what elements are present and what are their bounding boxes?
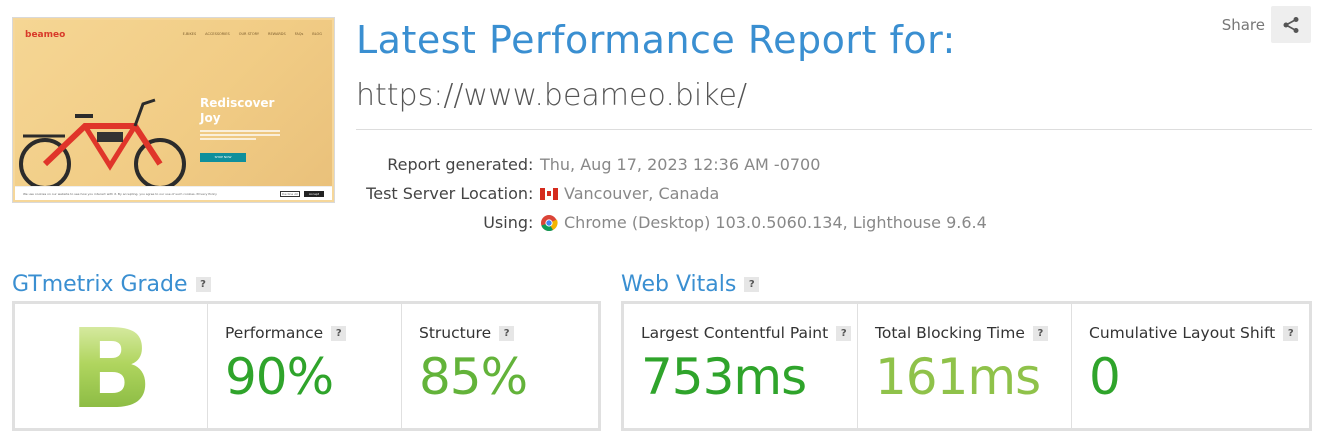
help-icon[interactable]: ? [1283,325,1299,341]
thumb-nav-item: BLOG [312,32,322,36]
meta-row-server-location: Test Server Location : Vancouver, Canada [356,179,1056,208]
structure-cell: Structure ? 85% [402,304,598,428]
grade-cell: B [15,304,207,428]
gtmetrix-grade-panel: B Performance ? 90% Structure ? 85% [12,301,601,431]
meta-row-using: Using : Chrome (Desktop) 103.0.5060.134,… [356,208,1056,237]
thumb-cookie-bar: We use cookies on our website to see how… [15,186,332,200]
thumb-nav-item: FAQs [294,32,304,36]
tbt-label: Total Blocking Time [875,324,1025,342]
help-icon[interactable]: ? [195,277,211,292]
performance-label: Performance [225,324,324,342]
lcp-label-row: Largest Contentful Paint ? [641,324,852,342]
structure-value: 85% [419,348,528,406]
chrome-icon [541,214,558,231]
cls-label-row: Cumulative Layout Shift ? [1089,324,1299,342]
meta-colon: : [528,213,534,232]
browser-info: Chrome (Desktop) 103.0.5060.134, Lightho… [564,213,987,232]
thumb-nav-item: REWARDS [268,32,286,36]
performance-label-row: Performance ? [225,324,347,342]
thumb-nav: E-BIKES ACCESSORIES OUR STORY REWARDS FA… [183,32,322,36]
help-icon[interactable]: ? [1032,325,1048,341]
thumb-nav-item: ACCESSORIES [205,32,230,36]
gtmetrix-grade-cells: B Performance ? 90% Structure ? 85% [15,304,598,428]
share-icon [1283,16,1299,33]
meta-label: Using [483,213,528,232]
help-icon[interactable]: ? [331,325,347,341]
gtmetrix-grade-heading: GTmetrix Grade ? [12,272,211,297]
meta-value: Chrome (Desktop) 103.0.5060.134, Lightho… [540,213,987,232]
report-title: Latest Performance Report for: [356,18,956,62]
report-date: Thu, Aug 17, 2023 12:36 AM -0700 [540,155,821,174]
share-control: Share [1222,6,1311,43]
performance-value: 90% [225,348,334,406]
tbt-label-row: Total Blocking Time ? [875,324,1048,342]
thumb-logo: beameo [25,30,66,40]
cls-label: Cumulative Layout Shift [1089,324,1276,342]
report-url[interactable]: https://www.beameo.bike/ [356,78,747,113]
meta-colon: : [528,184,534,203]
server-location: Vancouver, Canada [564,184,720,203]
meta-label: Test Server Location [366,184,528,203]
web-vitals-heading: Web Vitals ? [621,272,760,297]
thumb-shop-button: SHOP NOW [200,153,246,162]
web-vitals-cells: Largest Contentful Paint ? 753ms Total B… [624,304,1309,428]
structure-label: Structure [419,324,492,342]
web-vitals-title: Web Vitals [621,272,737,297]
thumb-cookie-decline: Decline All [280,191,300,197]
report-meta: Report generated : Thu, Aug 17, 2023 12:… [356,150,1056,237]
thumb-hero-line: Rediscover [200,96,275,110]
performance-cell: Performance ? 90% [208,304,401,428]
thumb-cookie-accept: Accept [304,191,324,197]
thumb-nav-item: E-BIKES [182,32,197,36]
meta-label: Report generated [387,155,528,174]
lcp-cell: Largest Contentful Paint ? 753ms [624,304,857,428]
meta-value: Thu, Aug 17, 2023 12:36 AM -0700 [540,155,820,174]
site-screenshot-thumbnail[interactable]: beameo E-BIKES ACCESSORIES OUR STORY REW… [12,17,335,203]
lcp-label: Largest Contentful Paint [641,324,829,342]
cls-cell: Cumulative Layout Shift ? 0 [1072,304,1309,428]
web-vitals-panel: Largest Contentful Paint ? 753ms Total B… [621,301,1312,431]
help-icon[interactable]: ? [744,277,760,292]
thumb-nav-item: OUR STORY [238,32,260,36]
thumb-copy [200,130,280,142]
tbt-cell: Total Blocking Time ? 161ms [858,304,1071,428]
share-button[interactable] [1271,6,1311,43]
screenshot-content: beameo E-BIKES ACCESSORIES OUR STORY REW… [15,20,332,200]
lcp-value: 753ms [641,348,807,406]
gtmetrix-grade-title: GTmetrix Grade [12,272,188,297]
tbt-value: 161ms [875,348,1041,406]
header-divider [356,129,1312,130]
grade-letter: B [69,305,153,433]
canada-flag-icon [540,187,558,200]
structure-label-row: Structure ? [419,324,515,342]
bike-image [19,98,186,190]
thumb-cookie-text: We use cookies on our website to see how… [23,192,217,196]
share-label: Share [1221,15,1265,34]
help-icon[interactable]: ? [836,325,852,341]
meta-colon: : [528,155,534,174]
meta-row-report-generated: Report generated : Thu, Aug 17, 2023 12:… [356,150,1056,179]
meta-value: Vancouver, Canada [540,184,719,203]
thumb-hero: Rediscover Joy [200,96,274,126]
cls-value: 0 [1089,348,1121,406]
help-icon[interactable]: ? [499,325,515,341]
thumb-hero-line: Joy [200,111,221,125]
